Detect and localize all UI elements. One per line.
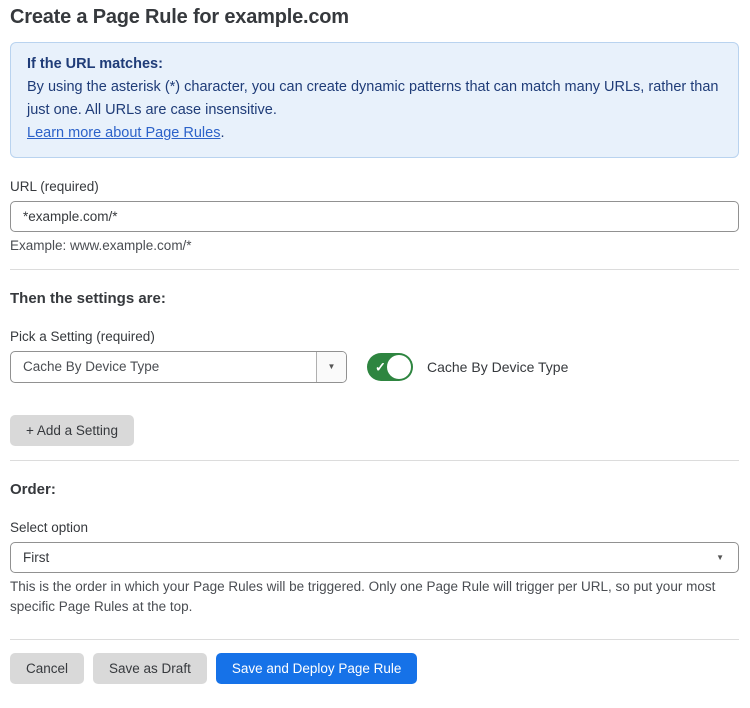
cancel-button[interactable]: Cancel [10,653,84,684]
url-input[interactable] [10,201,739,232]
order-section-heading: Order: [10,481,739,498]
add-setting-button[interactable]: + Add a Setting [10,415,134,446]
chevron-down-icon: ▼ [716,554,724,562]
order-select-value: First [23,550,49,565]
divider [10,269,739,270]
setting-dropdown[interactable]: Cache By Device Type ▼ [10,351,347,383]
toggle-knob [387,355,411,379]
chevron-down-icon: ▼ [328,363,336,371]
setting-toggle-label: Cache By Device Type [427,359,568,375]
order-select[interactable]: First ▼ [10,542,739,573]
page-rule-form: Create a Page Rule for example.com If th… [0,0,750,708]
setting-toggle-group: ✓ Cache By Device Type [367,353,568,381]
order-hint: This is the order in which your Page Rul… [10,577,739,617]
setting-picker-label: Pick a Setting (required) [10,329,739,344]
link-suffix: . [220,125,224,141]
info-box-heading: If the URL matches: [27,53,722,76]
check-icon: ✓ [375,361,386,374]
save-and-deploy-button[interactable]: Save and Deploy Page Rule [216,653,418,684]
setting-dropdown-arrow-button[interactable]: ▼ [316,352,346,382]
url-match-info-box: If the URL matches: By using the asteris… [10,42,739,158]
learn-more-link[interactable]: Learn more about Page Rules [27,125,220,141]
settings-section-heading: Then the settings are: [10,290,739,307]
setting-dropdown-value: Cache By Device Type [11,352,316,382]
url-field-hint: Example: www.example.com/* [10,238,739,253]
url-field-label: URL (required) [10,179,739,194]
info-box-body: By using the asterisk (*) character, you… [27,76,722,122]
divider [10,460,739,461]
page-title: Create a Page Rule for example.com [10,6,739,29]
info-box-link-line: Learn more about Page Rules. [27,122,722,145]
save-as-draft-button[interactable]: Save as Draft [93,653,207,684]
order-select-label: Select option [10,520,739,535]
setting-controls-row: Cache By Device Type ▼ ✓ Cache By Device… [10,351,739,383]
cache-by-device-type-toggle[interactable]: ✓ [367,353,413,381]
divider [10,639,739,640]
footer-action-bar: Cancel Save as Draft Save and Deploy Pag… [10,653,739,684]
